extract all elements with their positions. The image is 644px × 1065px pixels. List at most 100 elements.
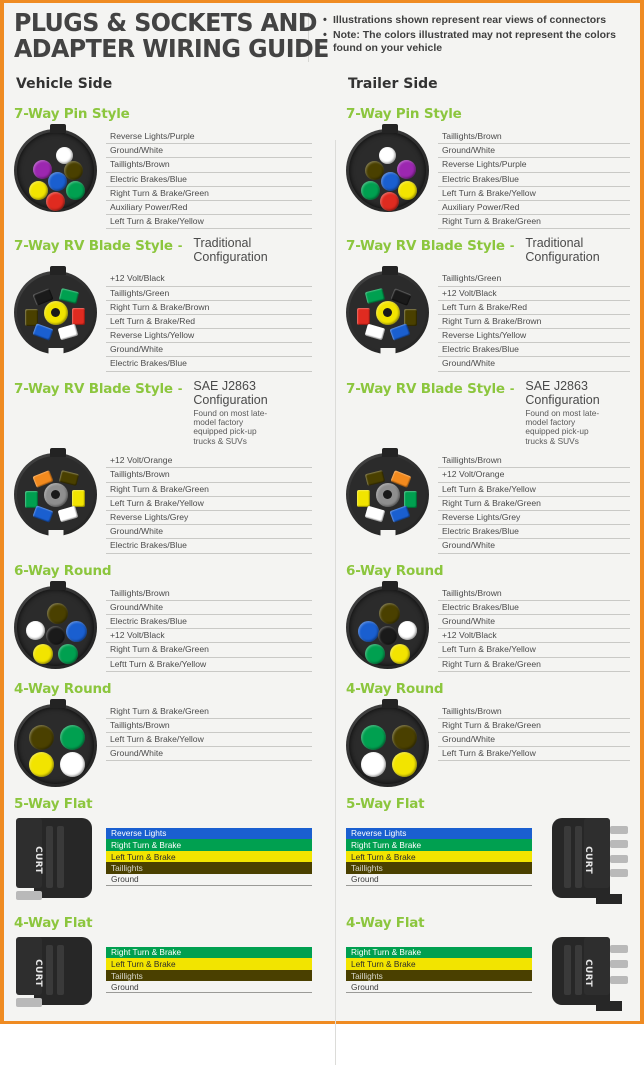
pin-volt-black <box>46 625 65 645</box>
wire-label: +12 Volt/Black <box>438 629 630 644</box>
wire-label: Ground/White <box>438 615 630 630</box>
wire-label: Taillights/Green <box>106 287 312 301</box>
blade-ground-white <box>364 324 386 341</box>
cable-stub <box>16 998 42 1008</box>
connector-block: 7-Way Pin Style Reverse Lights/Purple Grou… <box>14 106 312 230</box>
wire-row: Reverse Lights <box>106 827 312 840</box>
connector-face <box>17 274 94 352</box>
connector-block: 4-Way Round Right Turn & Brake/Green Taill… <box>14 681 312 787</box>
connector-body-row: Right Turn & Brake/Green Taillights/Brown… <box>14 698 312 787</box>
label-list: Taillights/Green +12 Volt/Black Left Turn … <box>438 266 630 372</box>
label-list: Taillights/Brown Ground/White Electric Bra… <box>106 581 312 672</box>
wire-label: Left Turn & Brake/Yellow <box>438 747 630 762</box>
connector-key-tab <box>50 448 66 458</box>
wire-label: Ground/White <box>106 144 312 159</box>
wire-label: Right Turn & Brake/Green <box>438 497 630 511</box>
wire-bar-ground: Ground <box>346 981 532 994</box>
connector-block: 7-Way RV Blade Style - Traditional Configur… <box>346 236 630 372</box>
vehicle-side-column: Vehicle Side 7-Way Pin Style Reverse Ligh… <box>14 76 322 1022</box>
wire-label: +12 Volt/Black <box>106 629 312 644</box>
connector-heading: 5-Way Flat <box>14 796 312 812</box>
connector-face <box>349 132 426 211</box>
connector-face <box>349 588 426 666</box>
pin-left-yellow <box>398 181 417 200</box>
wire-label: Reverse Lights/Grey <box>438 511 630 526</box>
page-title: PLUGS & SOCKETS AND ADAPTER WIRING GUIDE <box>14 10 329 62</box>
flat-plug: CURT <box>14 814 106 906</box>
connector-shell <box>14 703 97 787</box>
pin-ground-white <box>60 751 85 777</box>
wire-row: Left Turn & Brake <box>106 958 312 970</box>
configuration-title: Configuration <box>193 250 268 265</box>
connector-style-name: 7-Way RV Blade Style <box>346 380 505 397</box>
round-connector-body <box>346 580 434 669</box>
connector-block: 6-Way Round Taillights/Brown Ground/White E… <box>14 563 312 672</box>
connector-block: 7-Way RV Blade Style - SAE J2863 Configurat… <box>346 379 630 554</box>
wire-label: Left Turn & Brake/Red <box>438 301 630 315</box>
wire-row: Taillights <box>346 969 532 982</box>
round-connector-body <box>14 580 102 669</box>
wire-row-label: Right Turn & Brake <box>111 840 182 851</box>
wire-bar-left-turn-brake: Left Turn & Brake <box>106 958 312 970</box>
connector-block: 7-Way RV Blade Style - Traditional Configur… <box>14 236 312 372</box>
blade-left-red <box>72 308 85 326</box>
wire-label: Electric Brakes/Blue <box>438 601 630 615</box>
pin-brakes-blue <box>358 620 379 642</box>
brand-label-curt: CURT <box>33 845 43 874</box>
connector-heading: 7-Way Pin Style <box>346 106 630 122</box>
wire-label: Right Turn & Brake/Green <box>438 658 630 672</box>
wire-row: Taillights <box>346 862 532 875</box>
wire-bar-left-turn-brake: Left Turn & Brake <box>346 958 532 970</box>
dash-separator: - <box>509 380 515 396</box>
note-text: Illustrations shown represent rear views… <box>333 14 607 26</box>
wire-label: Taillights/Brown <box>438 454 630 469</box>
connector-key-tab <box>50 580 66 590</box>
wire-label: Right Turn & Brake/Brown <box>106 301 312 315</box>
wire-label: Auxiliary Power/Red <box>106 201 312 216</box>
label-list: Taillights/Brown Ground/White Reverse Ligh… <box>438 124 630 230</box>
label-list: Taillights/Brown Electric Brakes/Blue Grou… <box>438 581 630 672</box>
pin-right-green <box>361 724 386 750</box>
connector-block: 7-Way Pin Style Taillights/Brown Ground/Wh… <box>346 106 630 230</box>
wire-label: Left Turn & Brake/Yellow <box>438 643 630 658</box>
wire-bar-left-turn-brake: Left Turn & Brake <box>346 850 532 863</box>
plug-rib <box>46 944 53 996</box>
connector-key-tab <box>382 124 398 133</box>
wire-row: Ground <box>106 981 312 994</box>
connector-body-row: Reverse Lights Right Turn & Brake Left Tur… <box>346 814 630 906</box>
wire-label: Auxiliary Power/Red <box>438 201 630 216</box>
connector-key-tab <box>382 448 398 458</box>
wire-label: Reverse Lights/Purple <box>106 130 312 145</box>
wire-row-label: Left Turn & Brake <box>111 959 176 970</box>
connector-body-row: +12 Volt/Orange Taillights/Brown Right Tur… <box>14 448 312 554</box>
wire-label: Ground/White <box>438 144 630 159</box>
connector-block: 4-Way Flat Right Turn & Brake Left Turn & … <box>346 915 630 1013</box>
wire-row-label: Left Turn & Brake <box>351 851 416 862</box>
label-list: Taillights/Brown Right Turn & Brake/Green… <box>438 699 630 762</box>
wire-row: Left Turn & Brake <box>346 958 532 970</box>
wire-label: Taillights/Brown <box>438 705 630 719</box>
pin-ground-white <box>26 620 45 640</box>
blade-ground-white <box>364 506 386 523</box>
wire-label: Taillights/Brown <box>438 587 630 601</box>
configuration-title: Configuration <box>193 392 268 407</box>
connector-illustration <box>14 124 102 212</box>
plug-rib <box>46 825 53 888</box>
configuration-subtext: Found on most late-model factory equippe… <box>193 407 268 446</box>
trailer-side-heading: Trailer Side <box>348 76 438 92</box>
hub-reverse-yellow <box>43 300 68 325</box>
wire-label: Electric Brakes/Blue <box>106 615 312 630</box>
connector-style-name: 7-Way RV Blade Style <box>14 380 173 397</box>
wire-label: Right Turn & Brake/Green <box>106 483 312 497</box>
pin-brakes-blue <box>48 172 67 191</box>
wire-label: Reverse Lights/Yellow <box>438 329 630 344</box>
plug-prong <box>610 840 628 849</box>
round-connector-body <box>14 698 102 787</box>
wire-label: Ground/White <box>438 733 630 748</box>
connector-shell <box>14 129 97 212</box>
guide-columns: Vehicle Side 7-Way Pin Style Reverse Ligh… <box>14 76 630 1065</box>
hub-reverse-grey <box>375 482 400 507</box>
connector-face <box>17 588 94 666</box>
pin-right-green <box>361 181 380 200</box>
wire-bar-taillights: Taillights <box>346 969 532 982</box>
